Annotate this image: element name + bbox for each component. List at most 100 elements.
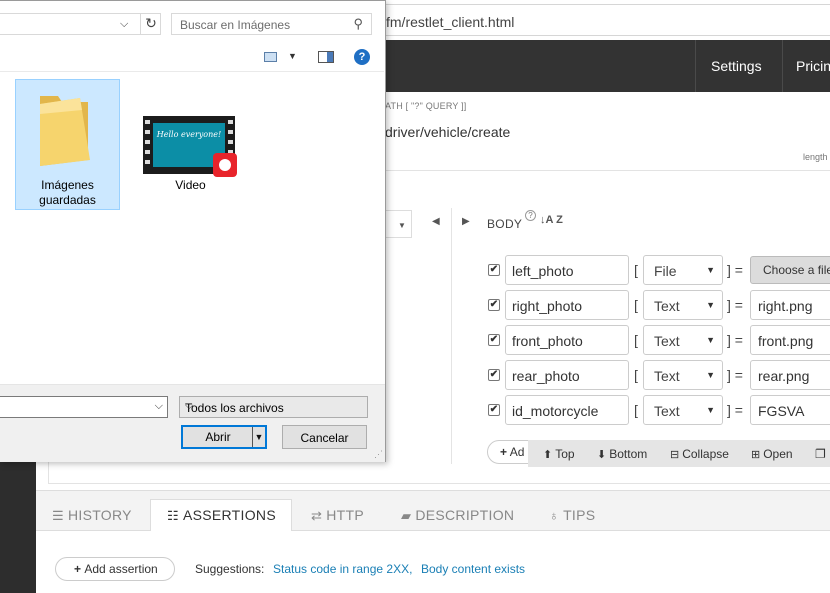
param-type-value: Text xyxy=(654,333,680,349)
open-label: Open xyxy=(763,447,793,461)
open-button[interactable]: Abrir ▼ xyxy=(181,425,267,449)
arrow-down-circle-icon: ⬇ xyxy=(597,449,607,461)
folder-address-bar[interactable]: ⌵ xyxy=(0,13,161,35)
chevron-down-icon: ▼ xyxy=(706,370,715,380)
bracket-close-equals: ] = xyxy=(727,367,743,383)
tasks-icon: ☷ xyxy=(167,508,179,523)
param-type-value: Text xyxy=(654,403,680,419)
bottom-button[interactable]: ⬇ Bottom xyxy=(597,447,647,461)
help-icon[interactable]: ? xyxy=(354,49,370,65)
chevron-down-icon: ▼ xyxy=(706,335,715,345)
param-name-input[interactable]: id_motorcycle xyxy=(505,395,629,425)
top-button[interactable]: ⬆ Top xyxy=(543,447,575,461)
tab-description[interactable]: ▰ DESCRIPTION xyxy=(401,507,514,524)
param-enabled-checkbox[interactable]: ✔ xyxy=(488,299,500,311)
film-hole xyxy=(145,140,150,144)
app-header: Settings Pricin xyxy=(375,40,830,92)
address-text: fm/restlet_client.html xyxy=(386,14,515,30)
header-separator xyxy=(782,40,783,92)
arrow-left-icon[interactable]: ◀ xyxy=(432,216,440,227)
suggestion-link[interactable]: Status code in range 2XX, xyxy=(273,562,412,576)
arrow-right-icon[interactable]: ▶ xyxy=(462,216,470,227)
film-hole xyxy=(145,120,150,124)
file-item-video[interactable]: Hello everyone! Video xyxy=(138,113,243,193)
param-type-select[interactable]: File ▼ xyxy=(643,255,723,285)
resize-grip-icon[interactable]: ⋰ xyxy=(374,449,383,460)
settings-link[interactable]: Settings xyxy=(711,58,762,74)
file-type-filter[interactable]: Todos los archivos ⌵ xyxy=(179,396,368,418)
search-input[interactable]: Buscar en Imágenes ⚲ xyxy=(171,13,372,35)
tab-http[interactable]: ⇄ HTTP xyxy=(311,507,364,524)
param-type-value: File xyxy=(654,263,677,279)
bracket-close-equals: ] = xyxy=(727,402,743,418)
browser-address-bar[interactable]: fm/restlet_client.html xyxy=(375,4,830,36)
tab-assertions[interactable]: ☷ ASSERTIONS xyxy=(167,507,276,524)
minus-square-icon: ⊟ xyxy=(670,449,680,461)
param-type-select[interactable]: Text ▼ xyxy=(643,325,723,355)
header-separator xyxy=(695,40,696,92)
video-thumb-text: Hello everyone! xyxy=(156,130,222,139)
tab-history-label: HISTORY xyxy=(67,507,132,523)
tab-description-label: DESCRIPTION xyxy=(415,507,515,523)
list-icon: ☰ xyxy=(52,508,64,523)
folder-label-line1: Imágenes xyxy=(41,178,94,192)
video-label: Video xyxy=(175,178,206,192)
body-param-row: ✔ id_motorcycle [Text ▼] = FGSVA xyxy=(486,395,830,425)
bottom-label: Bottom xyxy=(609,447,648,461)
bracket-open: [ xyxy=(634,367,638,383)
sort-az-icon[interactable]: ↓A Z xyxy=(540,214,563,226)
body-param-row: ✔ left_photo [ File ▼] = Choose a file xyxy=(486,255,830,285)
chevron-down-icon[interactable]: ⌵ xyxy=(155,400,163,413)
param-enabled-checkbox[interactable]: ✔ xyxy=(488,369,500,381)
param-value-input[interactable]: FGSVA xyxy=(750,395,830,425)
add-assertion-button[interactable]: + Add assertion xyxy=(55,557,175,581)
param-enabled-checkbox[interactable]: ✔ xyxy=(488,334,500,346)
tab-tips-label: TIPS xyxy=(563,507,596,523)
tab-tips[interactable]: ♁ TIPS xyxy=(549,507,595,523)
param-name-input[interactable]: right_photo xyxy=(505,290,629,320)
open-button[interactable]: ⊞ Open xyxy=(751,447,793,461)
collapse-button[interactable]: ⊟ Collapse xyxy=(670,447,729,461)
param-value-input[interactable]: right.png xyxy=(750,290,830,320)
film-hole xyxy=(228,140,233,144)
choose-file-button[interactable]: Choose a file xyxy=(750,256,830,284)
request-path[interactable]: driver/vehicle/create xyxy=(385,124,510,140)
tab-history[interactable]: ☰ HISTORY xyxy=(52,507,132,524)
param-name-input[interactable]: rear_photo xyxy=(505,360,629,390)
bracket-open: [ xyxy=(634,262,638,278)
preview-pane-icon[interactable] xyxy=(318,51,334,63)
film-hole xyxy=(145,160,150,164)
suggestion-link[interactable]: Body content exists xyxy=(421,562,525,576)
suggestions-label: Suggestions: xyxy=(195,562,265,576)
param-value-input[interactable]: rear.png xyxy=(750,360,830,390)
bracket-close-equals: ] = xyxy=(727,297,743,313)
param-enabled-checkbox[interactable]: ✔ xyxy=(488,264,500,276)
filename-field[interactable]: ⌵ xyxy=(0,396,168,418)
param-value-input[interactable]: front.png xyxy=(750,325,830,355)
plus-icon: + xyxy=(500,445,508,459)
chevron-down-icon[interactable]: ▼ xyxy=(288,51,297,61)
add-param-label: Ad xyxy=(509,445,525,459)
pricing-link[interactable]: Pricin xyxy=(796,58,830,74)
film-hole xyxy=(228,130,233,134)
chevron-down-icon[interactable]: ⌵ xyxy=(120,18,128,31)
split-dropdown-icon[interactable]: ▼ xyxy=(252,427,265,447)
param-name-input[interactable]: left_photo xyxy=(505,255,629,285)
view-mode-icon[interactable] xyxy=(264,52,277,62)
param-type-select[interactable]: Text ▼ xyxy=(643,360,723,390)
help-icon[interactable]: ? xyxy=(525,210,536,221)
cancel-button[interactable]: Cancelar xyxy=(282,425,367,449)
param-name-input[interactable]: front_photo xyxy=(505,325,629,355)
chevron-down-icon: ▼ xyxy=(398,221,406,230)
refresh-icon[interactable]: ↻ xyxy=(140,13,161,35)
file-item-folder[interactable]: Imágenes guardadas xyxy=(15,79,120,210)
body-param-row: ✔ right_photo [Text ▼] = right.png xyxy=(486,290,830,320)
param-type-select[interactable]: Text ▼ xyxy=(643,395,723,425)
file-open-dialog: ⌵ ↻ Buscar en Imágenes ⚲ ▼ ? Imágenes gu… xyxy=(0,0,386,462)
bracket-close-equals: ] = xyxy=(727,262,743,278)
toolbar-divider xyxy=(0,71,384,72)
tab-assertions-label: ASSERTIONS xyxy=(182,507,276,523)
copy-icon[interactable]: ❐ xyxy=(815,447,826,461)
param-type-select[interactable]: Text ▼ xyxy=(643,290,723,320)
param-enabled-checkbox[interactable]: ✔ xyxy=(488,404,500,416)
